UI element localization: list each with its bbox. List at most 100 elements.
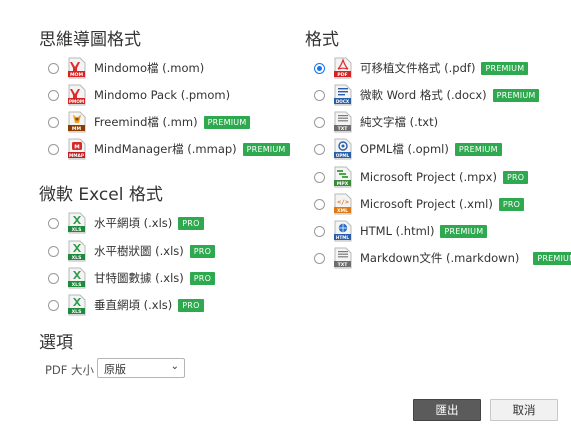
svg-text:HTML: HTML xyxy=(336,235,350,240)
mpx-file-icon: MPX xyxy=(334,166,352,188)
radio-button[interactable] xyxy=(48,217,59,229)
svg-text:MPX: MPX xyxy=(337,181,349,187)
option-freemind[interactable]: MM Freemind檔 (.mm) PREMIUM xyxy=(48,110,251,134)
option-markdown[interactable]: TXT Markdown文件 (.markdown) PREMIUM xyxy=(314,246,571,270)
pdf-size-label: PDF 大小 xyxy=(45,363,95,377)
premium-badge: PREMIUM xyxy=(242,142,290,156)
chevron-down-icon: ⌄ xyxy=(170,361,179,372)
radio-button[interactable] xyxy=(314,198,325,210)
option-label: Freemind檔 (.mm) xyxy=(94,115,198,129)
option-label: 水平樹狀圖 (.xls) xyxy=(94,244,184,258)
option-label: OPML檔 (.opml) xyxy=(360,142,449,156)
radio-button[interactable] xyxy=(48,143,59,155)
option-mindmanager[interactable]: M MMAP MindManager檔 (.mmap) PREMIUM xyxy=(48,137,290,161)
radio-button[interactable] xyxy=(48,62,59,74)
option-pdf[interactable]: PDF 可移植文件格式 (.pdf) PREMIUM xyxy=(314,56,529,80)
svg-text:MMAP: MMAP xyxy=(69,153,84,159)
pmom-file-icon: PMOM xyxy=(68,84,86,106)
svg-text:DOCX: DOCX xyxy=(336,99,350,104)
svg-text:PDF: PDF xyxy=(337,72,347,78)
radio-button[interactable] xyxy=(314,143,325,155)
option-label: Markdown文件 (.markdown) xyxy=(360,251,520,265)
xls-file-icon: XLS xyxy=(68,212,86,234)
premium-badge: PREMIUM xyxy=(481,61,529,75)
premium-badge: PREMIUM xyxy=(492,88,540,102)
svg-text:XLS: XLS xyxy=(72,227,82,233)
svg-text:XLS: XLS xyxy=(72,309,82,315)
xls-file-icon: XLS xyxy=(68,267,86,289)
svg-text:MM: MM xyxy=(72,126,82,132)
option-pmom[interactable]: PMOM Mindomo Pack (.pmom) xyxy=(48,83,230,107)
option-label: 甘特圖數據 (.xls) xyxy=(94,271,184,285)
svg-text:M: M xyxy=(74,145,79,151)
formats-title: 格式 xyxy=(305,30,339,50)
option-xml[interactable]: </> XML Microsoft Project (.xml) PRO xyxy=(314,192,525,216)
premium-badge: PREMIUM xyxy=(440,224,488,238)
option-xls-tree[interactable]: XLS 水平樹狀圖 (.xls) PRO xyxy=(48,239,216,263)
radio-button[interactable] xyxy=(48,116,59,128)
docx-file-icon: DOCX xyxy=(334,84,352,106)
option-label: Microsoft Project (.mpx) xyxy=(360,170,497,184)
html-file-icon: HTML xyxy=(334,220,352,242)
radio-button[interactable] xyxy=(314,252,325,264)
radio-button[interactable] xyxy=(48,272,59,284)
options-title: 選項 xyxy=(39,333,73,353)
option-label: 純文字檔 (.txt) xyxy=(360,115,439,129)
option-label: HTML (.html) xyxy=(360,224,435,238)
premium-badge: PREMIUM xyxy=(533,251,571,265)
mindmap-formats-title: 思維導圖格式 xyxy=(39,30,141,50)
pdf-size-select[interactable]: 原版 ⌄ xyxy=(97,358,185,378)
radio-button[interactable] xyxy=(314,171,325,183)
svg-text:XLS: XLS xyxy=(72,255,82,261)
option-mpx[interactable]: MPX Microsoft Project (.mpx) PRO xyxy=(314,165,529,189)
markdown-file-icon: TXT xyxy=(334,247,352,269)
radio-button[interactable] xyxy=(314,89,325,101)
option-label: 垂直網頃 (.xls) xyxy=(94,298,173,312)
mmap-file-icon: M MMAP xyxy=(68,138,86,160)
svg-text:XLS: XLS xyxy=(72,282,82,288)
pro-badge: PRO xyxy=(189,244,216,258)
radio-button[interactable] xyxy=(48,299,59,311)
premium-badge: PREMIUM xyxy=(454,142,502,156)
svg-text:OPML: OPML xyxy=(336,153,350,158)
premium-badge: PREMIUM xyxy=(203,115,251,129)
radio-button[interactable] xyxy=(48,245,59,257)
export-button[interactable]: 匯出 xyxy=(413,399,481,421)
svg-text:</>: </> xyxy=(337,198,349,206)
option-xls-vertical[interactable]: XLS 垂直網頃 (.xls) PRO xyxy=(48,293,204,317)
option-xls-horizontal[interactable]: XLS 水平網頃 (.xls) PRO xyxy=(48,211,204,235)
radio-button-selected[interactable] xyxy=(314,62,325,74)
radio-button[interactable] xyxy=(48,89,59,101)
mom-file-icon: MOM xyxy=(68,57,86,79)
svg-text:TXT: TXT xyxy=(338,126,349,132)
pro-badge: PRO xyxy=(178,216,204,230)
option-label: Microsoft Project (.xml) xyxy=(360,197,493,211)
pdf-file-icon: PDF xyxy=(334,57,352,79)
mm-file-icon: MM xyxy=(68,111,86,133)
pro-badge: PRO xyxy=(189,271,216,285)
xls-file-icon: XLS xyxy=(68,240,86,262)
radio-button[interactable] xyxy=(314,116,325,128)
option-label: MindManager檔 (.mmap) xyxy=(94,142,237,156)
svg-text:PMOM: PMOM xyxy=(69,99,84,105)
option-opml[interactable]: OPML OPML檔 (.opml) PREMIUM xyxy=(314,137,502,161)
option-label: 可移植文件格式 (.pdf) xyxy=(360,61,476,75)
xls-file-icon: XLS xyxy=(68,294,86,316)
cancel-button[interactable]: 取消 xyxy=(490,399,558,421)
option-mom[interactable]: MOM Mindomo檔 (.mom) xyxy=(48,56,204,80)
option-label: Mindomo檔 (.mom) xyxy=(94,61,205,75)
opml-file-icon: OPML xyxy=(334,138,352,160)
option-label: 水平網頃 (.xls) xyxy=(94,216,173,230)
txt-file-icon: TXT xyxy=(334,111,352,133)
pro-badge: PRO xyxy=(502,170,529,184)
option-txt[interactable]: TXT 純文字檔 (.txt) xyxy=(314,110,438,134)
svg-text:MOM: MOM xyxy=(70,72,83,78)
excel-formats-title: 微軟 Excel 格式 xyxy=(39,185,163,205)
pro-badge: PRO xyxy=(178,298,204,312)
pro-badge: PRO xyxy=(498,197,525,211)
option-xls-gantt[interactable]: XLS 甘特圖數據 (.xls) PRO xyxy=(48,266,216,290)
radio-button[interactable] xyxy=(314,225,325,237)
svg-text:TXT: TXT xyxy=(338,262,349,268)
option-docx[interactable]: DOCX 微軟 Word 格式 (.docx) PREMIUM xyxy=(314,83,540,107)
option-html[interactable]: HTML HTML (.html) PREMIUM xyxy=(314,219,488,243)
